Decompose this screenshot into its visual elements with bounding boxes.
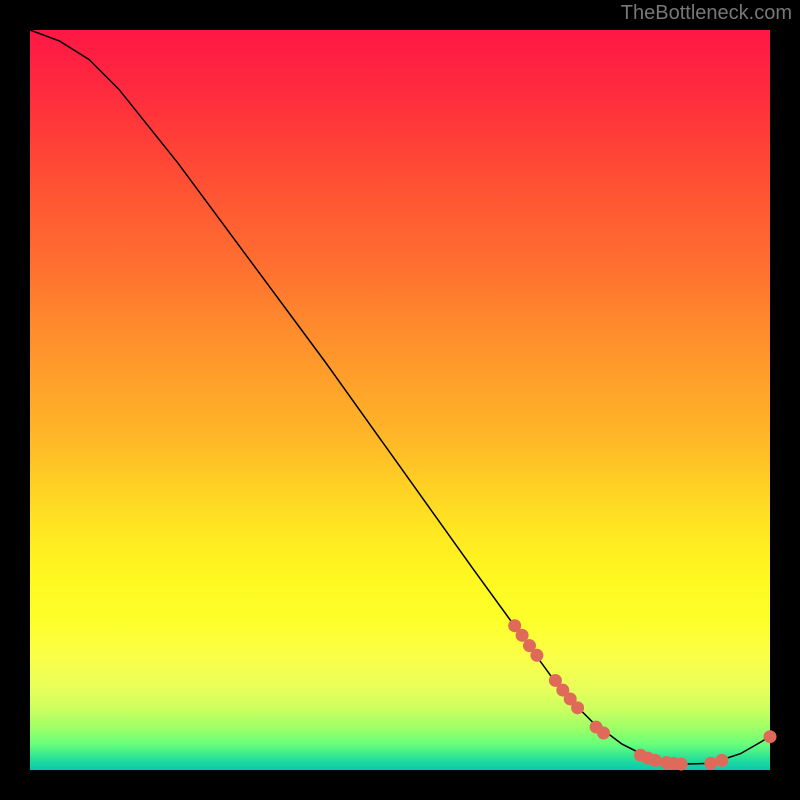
chart-svg — [30, 30, 770, 770]
data-point — [715, 754, 728, 767]
data-point — [649, 754, 662, 767]
data-point — [530, 649, 543, 662]
data-point — [571, 701, 584, 714]
data-point — [597, 727, 610, 740]
data-point — [764, 730, 777, 743]
chart-container: TheBottleneck.com — [0, 0, 800, 800]
watermark-text: TheBottleneck.com — [621, 2, 792, 25]
data-point — [704, 757, 717, 770]
data-points — [508, 619, 776, 770]
plot-area — [30, 30, 770, 770]
bottleneck-curve — [30, 30, 770, 764]
data-point — [675, 758, 688, 771]
